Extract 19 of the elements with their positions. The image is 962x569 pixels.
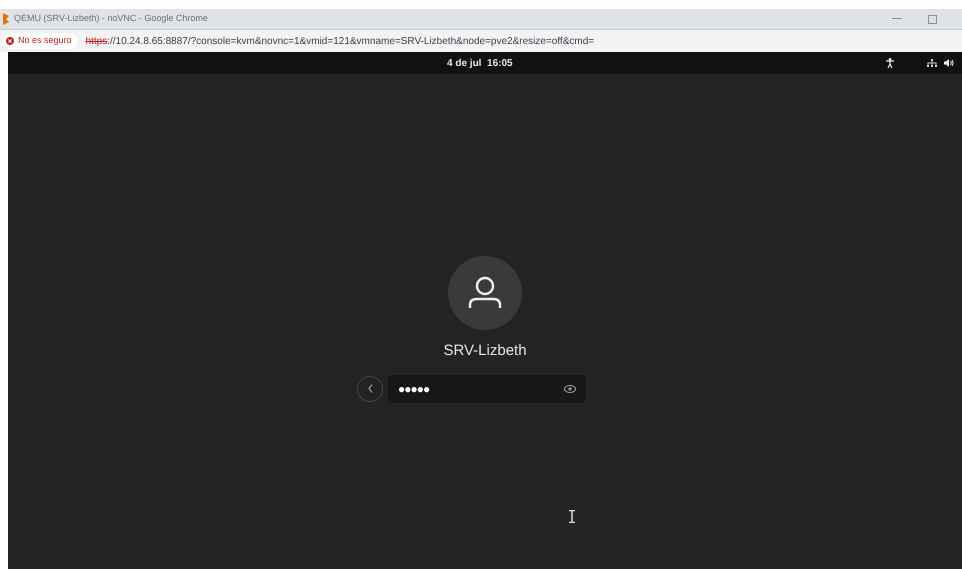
- user-icon: [467, 275, 503, 311]
- minimize-icon[interactable]: [892, 18, 902, 20]
- username: SRV-Lizbeth: [443, 341, 527, 361]
- clock[interactable]: 4 de jul 16:05: [447, 56, 513, 70]
- back-icon: [368, 384, 372, 393]
- security-label: No es seguro: [18, 34, 72, 48]
- url-text[interactable]: https://10.24.8.65:8887/?console=kvm&novnc=1&vmid=121&vmname=SRV-Lizbeth&node=pve2&resize=off&cmd=: [86, 34, 594, 48]
- security-chip[interactable]: No es seguro: [4, 33, 78, 49]
- text-cursor-icon: [569, 510, 575, 523]
- password-value: ●●●●●: [398, 380, 430, 398]
- maximize-icon[interactable]: [928, 14, 937, 24]
- warning-icon: [6, 37, 14, 45]
- network-icon[interactable]: [927, 59, 937, 67]
- window-title: QEMU (SRV-Lizbeth) - noVNC - Google Chrome: [14, 12, 208, 26]
- password-field[interactable]: ●●●●●: [388, 374, 586, 402]
- volume-icon[interactable]: [944, 59, 954, 67]
- accessibility-icon[interactable]: [886, 58, 894, 68]
- app-icon: [3, 13, 9, 25]
- eye-icon[interactable]: [564, 384, 576, 392]
